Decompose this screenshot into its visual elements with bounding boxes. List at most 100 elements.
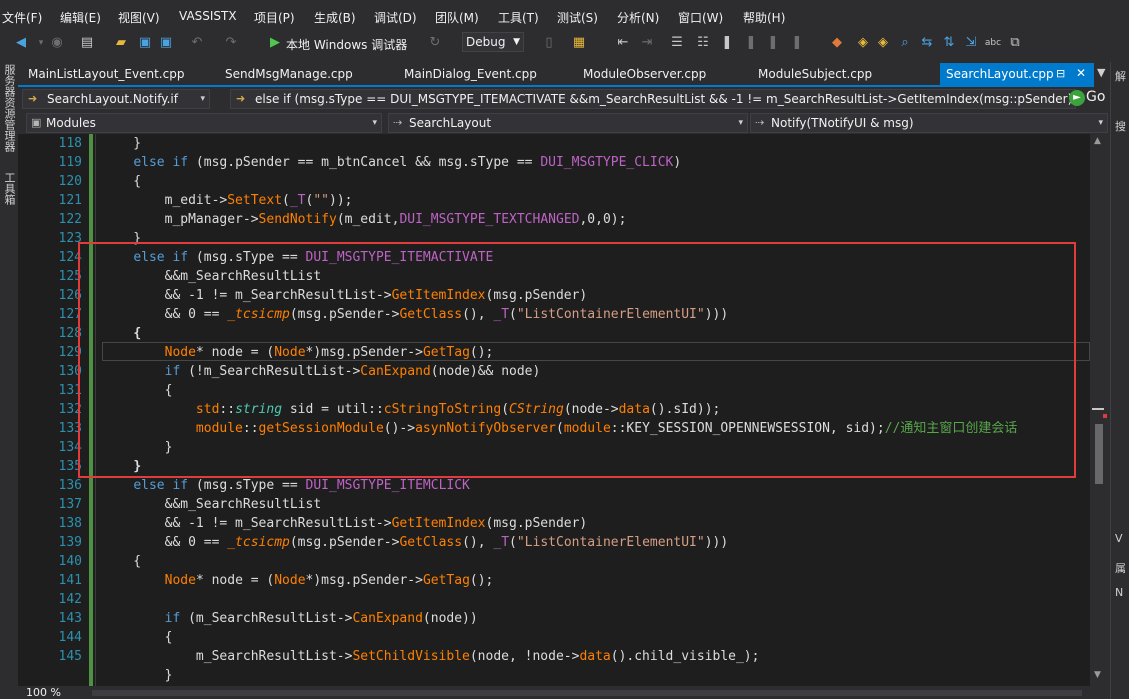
next-bookmark-icon[interactable]: ❚ (764, 34, 782, 52)
code-line-118[interactable]: } (102, 134, 141, 153)
spell-check-icon[interactable]: abc (984, 34, 1002, 52)
zoom-level[interactable]: 100 % (26, 686, 72, 699)
step-icon[interactable]: ⇤ (614, 34, 632, 52)
tab-mainlistlayout-event[interactable]: MainListLayout_Event.cpp (28, 67, 184, 81)
menu-tools[interactable]: 工具(T) (498, 9, 539, 26)
code-line-137[interactable]: &&m_SearchResultList (102, 495, 322, 514)
step-over-icon[interactable]: ⇥ (638, 34, 656, 52)
navigator-tab[interactable]: N (1115, 586, 1123, 599)
menu-analyze[interactable]: 分析(N) (617, 9, 659, 26)
code-line-142[interactable] (102, 590, 110, 609)
line-number: 123 (58, 231, 82, 246)
class-view-icon[interactable]: ◈ (854, 34, 872, 52)
solution-explorer-tab[interactable]: 解 (1115, 68, 1126, 84)
scroll-up-icon[interactable]: ▲ (1094, 136, 1101, 146)
menu-project[interactable]: 项目(P) (254, 9, 295, 26)
menu-build[interactable]: 生成(B) (314, 9, 356, 26)
uncomment-icon[interactable]: ☷ (694, 34, 712, 52)
code-line-121[interactable]: m_edit->SetText(_T("")); (102, 191, 353, 210)
configuration-select[interactable]: Debug ▼ (462, 32, 524, 52)
symbol-dropdown[interactable]: ➜ SearchLayout.Notify.if ▾ (22, 89, 210, 109)
server-explorer-tab[interactable]: 服务器资源管理器 (2, 64, 16, 152)
bookmark-icon[interactable]: ❚ (718, 34, 736, 52)
line-number: 140 (58, 554, 82, 569)
code-line-141[interactable]: Node* node = (Node*)msg.pSender->GetTag(… (102, 571, 494, 590)
menu-team[interactable]: 团队(M) (435, 9, 479, 26)
code-line-120[interactable]: { (102, 172, 141, 191)
code-line-146[interactable]: } (102, 666, 173, 685)
line-number: 134 (58, 440, 82, 455)
menu-edit[interactable]: 编辑(E) (60, 9, 101, 26)
scroll-down-icon[interactable]: ▼ (1094, 670, 1101, 680)
redo-icon[interactable]: ↷ (222, 34, 240, 52)
configuration-value: Debug (466, 35, 506, 49)
method-dropdown[interactable]: ⇢ Notify(TNotifyUI & msg) ▾ (750, 113, 1108, 133)
tab-moduleobserver[interactable]: ModuleObserver.cpp (583, 67, 706, 81)
refactor-icon[interactable]: ⇲ (962, 34, 980, 52)
code-line-144[interactable]: { (102, 628, 173, 647)
scrollbar-thumb[interactable] (1095, 424, 1103, 484)
code-line-143[interactable]: if (m_SearchResultList->CanExpand(node)) (102, 609, 478, 628)
context-dropdown[interactable]: ➜ else if (msg.sType == DUI_MSGTYPE_ITEM… (230, 89, 1076, 109)
device-icon[interactable]: ▯ (540, 34, 558, 52)
tab-sendmsgmanage[interactable]: SendMsgManage.cpp (225, 67, 353, 81)
menu-view[interactable]: 视图(V) (118, 9, 160, 26)
code-line-145[interactable]: m_SearchResultList->SetChildVisible(node… (102, 647, 760, 666)
go-button[interactable]: ► Go (1066, 89, 1106, 109)
vertical-scrollbar[interactable]: ▲ ▼ (1090, 134, 1107, 686)
class-dropdown[interactable]: ⇢ SearchLayout ▾ (388, 113, 748, 133)
undo-icon[interactable]: ↶ (188, 34, 206, 52)
menu-file[interactable]: 文件(F) (2, 9, 42, 26)
new-project-icon[interactable]: ▤ (78, 34, 96, 52)
search-tab[interactable]: 搜 (1115, 118, 1126, 134)
navigate-icon[interactable]: ⇅ (940, 34, 958, 52)
pin-icon[interactable]: ⊟ (1056, 67, 1065, 80)
menu-bar: 文件(F) 编辑(E) 视图(V) VASSISTX 项目(P) 生成(B) 调… (0, 0, 1129, 31)
toolbox-tab[interactable]: 工具箱 (2, 172, 16, 205)
prev-bookmark-icon[interactable]: ❚ (742, 34, 760, 52)
tab-maindialog-event[interactable]: MainDialog_Event.cpp (404, 67, 537, 81)
tab-modulesubject[interactable]: ModuleSubject.cpp (758, 67, 872, 81)
open-folder-icon[interactable]: ▰ (112, 34, 130, 52)
breakpoint-icon[interactable]: ◆ (828, 34, 846, 52)
save-all-icon[interactable]: ▣ (157, 34, 175, 52)
code-line-139[interactable]: && 0 == _tcsicmp(msg.pSender->GetClass()… (102, 533, 729, 552)
line-number: 142 (58, 592, 82, 607)
refresh-icon[interactable]: ↻ (426, 34, 444, 52)
back-icon[interactable]: ◀ (12, 34, 30, 52)
forward-icon[interactable]: ◉ (48, 34, 66, 52)
symbol-icon[interactable]: ◈ (874, 34, 892, 52)
line-number: 126 (58, 288, 82, 303)
options-icon[interactable]: ⧉ (1006, 34, 1024, 52)
tab-overflow-icon[interactable]: ▼ (1097, 66, 1105, 79)
chevron-down-icon: ▾ (372, 118, 377, 128)
find-in-files-icon[interactable]: ▦ (570, 34, 588, 52)
run-debugger-button[interactable]: 本地 Windows 调试器 (286, 36, 407, 53)
clear-bookmark-icon[interactable]: ❚ (788, 34, 806, 52)
project-dropdown[interactable]: ▣ Modules ▾ (26, 113, 382, 133)
tab-searchlayout-active[interactable]: SearchLayout.cpp ⊟ ✕ (940, 63, 1094, 85)
menu-help[interactable]: 帮助(H) (743, 9, 785, 26)
menu-test[interactable]: 测试(S) (557, 9, 598, 26)
code-line-140[interactable]: { (102, 552, 141, 571)
go-icon: ► (1069, 90, 1085, 106)
code-line-136[interactable]: else if (msg.sType == DUI_MSGTYPE_ITEMCL… (102, 476, 470, 495)
properties-tab[interactable]: 属 (1115, 560, 1126, 576)
menu-debug[interactable]: 调试(D) (374, 9, 417, 26)
code-line-119[interactable]: else if (msg.pSender == m_btnCancel && m… (102, 153, 681, 172)
menu-vassistx[interactable]: VASSISTX (179, 9, 237, 23)
scroll-position-marker (1092, 408, 1104, 410)
menu-window[interactable]: 窗口(W) (678, 9, 723, 26)
save-icon[interactable]: ▣ (136, 34, 154, 52)
code-line-122[interactable]: m_pManager->SendNotify(m_edit,DUI_MSGTYP… (102, 210, 627, 229)
start-icon[interactable]: ▶ (266, 34, 284, 52)
comment-icon[interactable]: ☰ (668, 34, 686, 52)
goto-icon[interactable]: ⇆ (918, 34, 936, 52)
search-icon[interactable]: ⌕ (896, 34, 914, 52)
chevron-down-icon: ▼ (513, 37, 520, 47)
vassist-tab[interactable]: V (1115, 532, 1123, 545)
close-icon[interactable]: ✕ (1076, 66, 1086, 80)
project-value: Modules (46, 116, 96, 130)
code-line-138[interactable]: && -1 != m_SearchResultList->GetItemInde… (102, 514, 588, 533)
horizontal-scrollbar[interactable] (92, 690, 1082, 696)
